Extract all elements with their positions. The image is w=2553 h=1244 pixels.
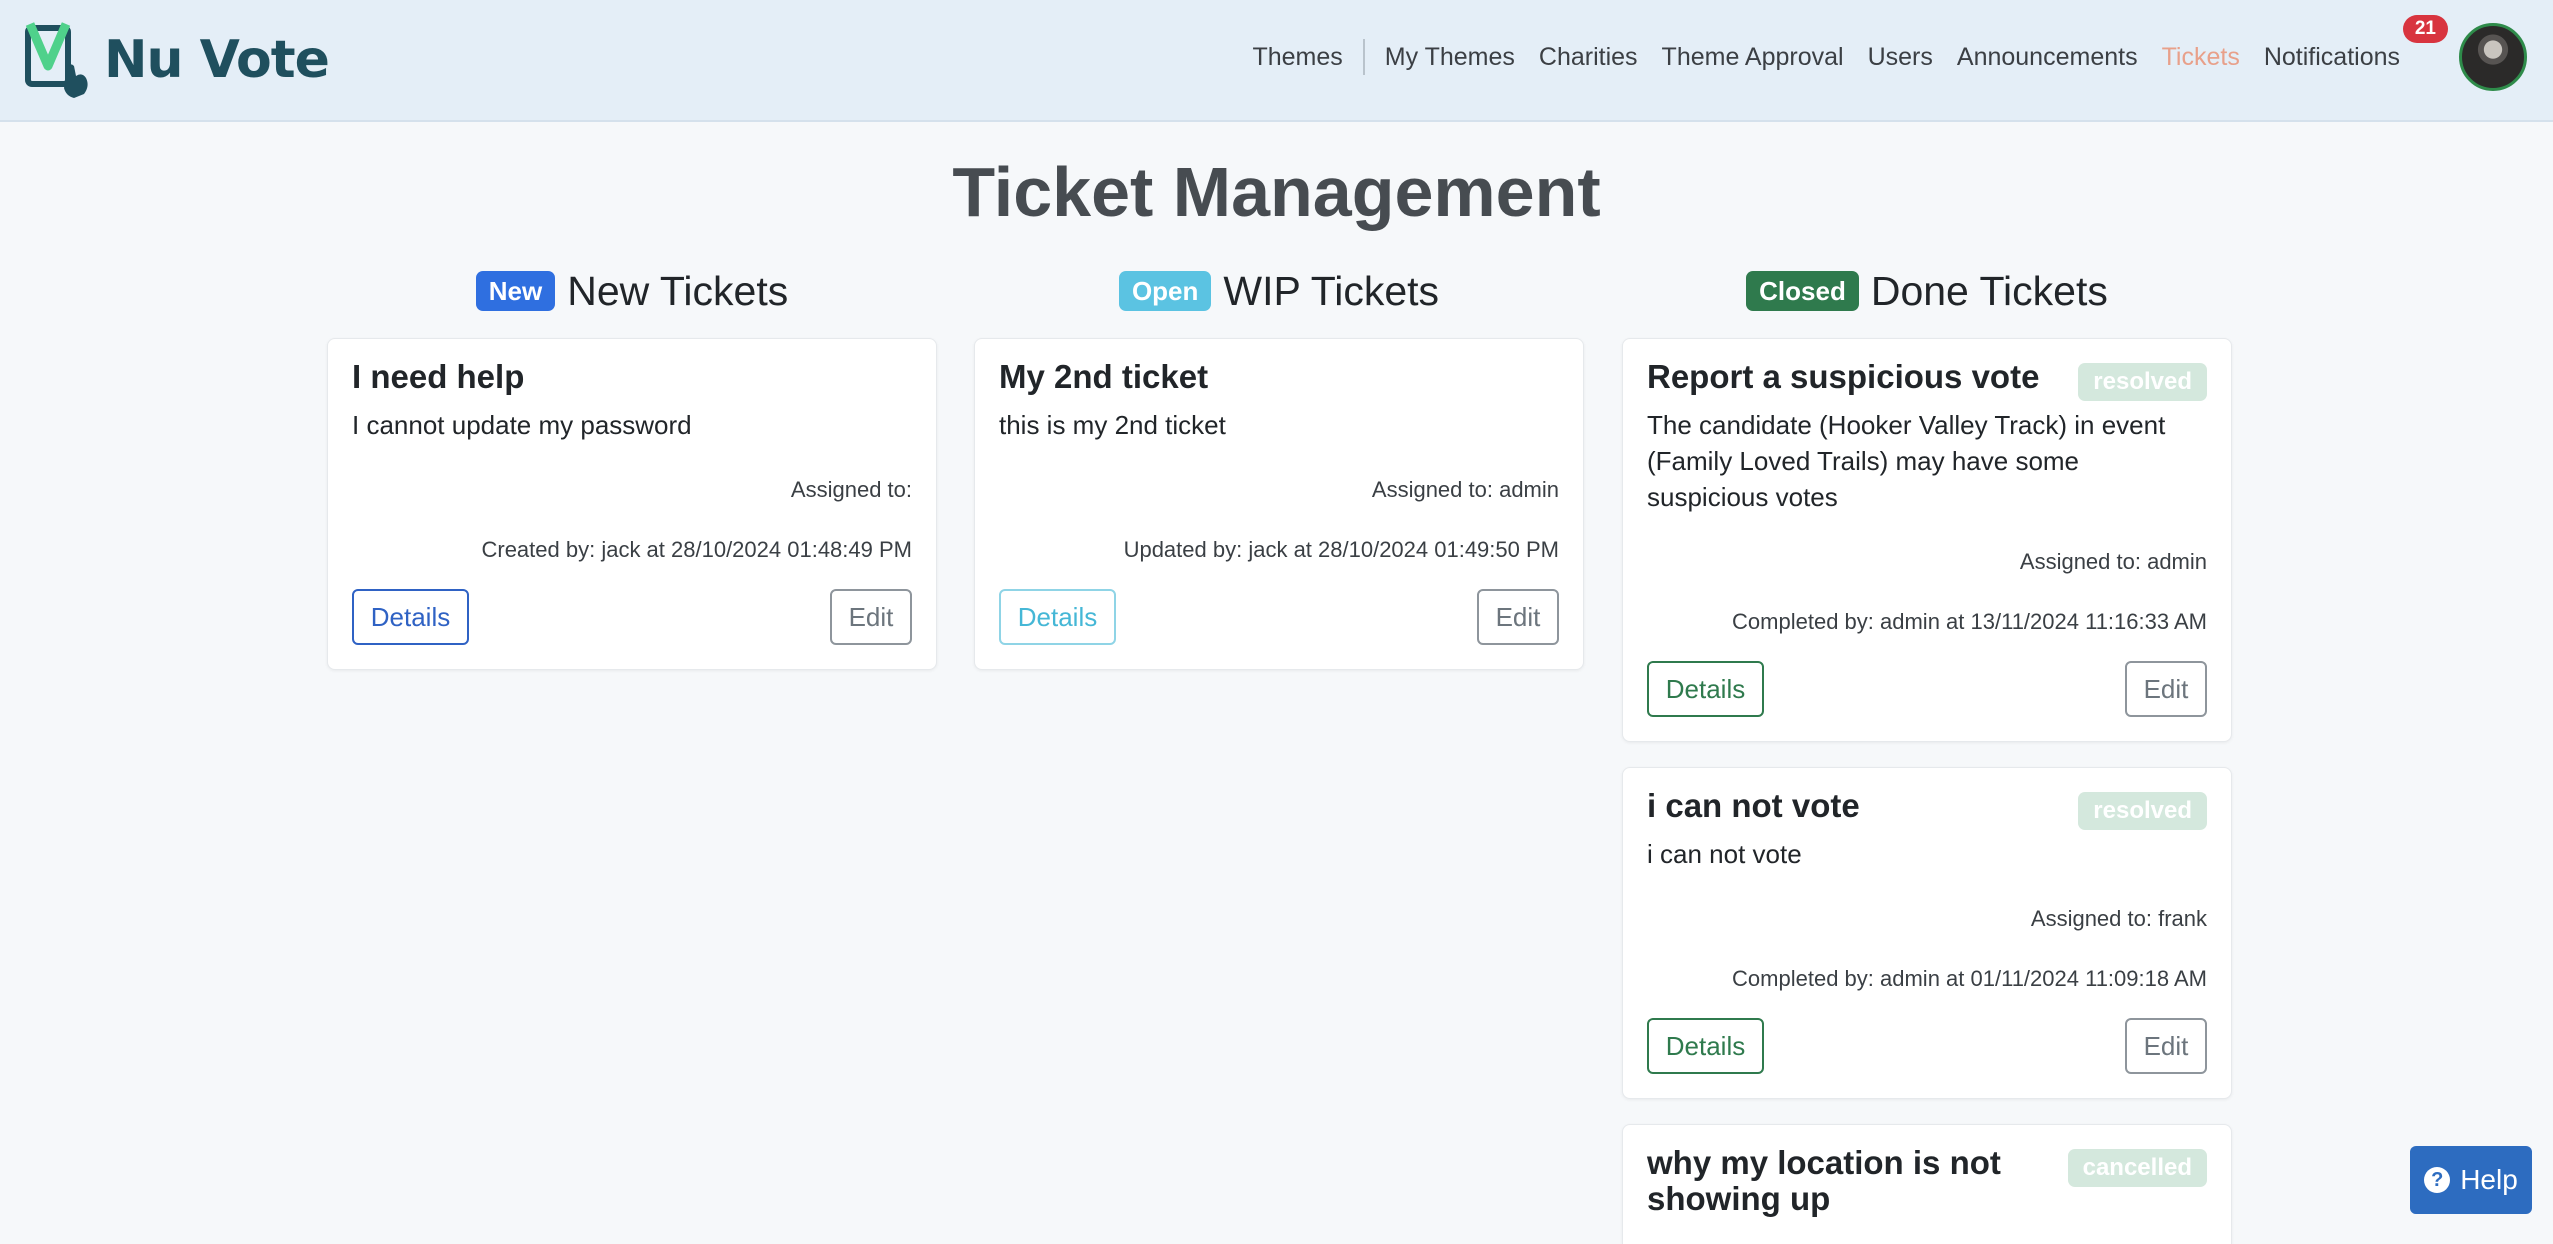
ticket-description: this is my 2nd ticket (999, 410, 1226, 440)
edit-button[interactable]: Edit (2125, 1018, 2207, 1074)
ticket-description: The candidate (Hooker Valley Track) in e… (1647, 410, 2166, 512)
main-nav: Themes My Themes Charities Theme Approva… (1240, 0, 2448, 114)
ticket-title: My 2nd ticket (999, 358, 1209, 395)
edit-button[interactable]: Edit (1477, 589, 1559, 645)
nav-themes[interactable]: Themes (1240, 43, 1354, 72)
ticket-activity: Completed by: admin at 13/11/2024 11:16:… (1732, 609, 2207, 634)
open-badge: Open (1118, 271, 1212, 311)
column-header: Closed Done Tickets (1622, 262, 2232, 320)
ticket-assignee: Assigned to: admin (1371, 477, 1559, 502)
ticket-activity: Created by: jack at 28/10/2024 01:48:49 … (481, 537, 912, 562)
ticket-card: I need help I cannot update my password … (327, 338, 937, 670)
edit-button[interactable]: Edit (2125, 661, 2207, 717)
edit-button[interactable]: Edit (830, 589, 912, 645)
nav-users[interactable]: Users (1856, 43, 1945, 72)
status-badge: resolved (2078, 792, 2207, 830)
nav-notifications-label: Notifications (2263, 42, 2400, 71)
details-button[interactable]: Details (1647, 1018, 1764, 1074)
ticket-title: why my location is not showing up (1647, 1144, 2001, 1217)
ticket-card: why my location is not showing up cancel… (1622, 1124, 2232, 1244)
column-header: Open WIP Tickets (974, 262, 1584, 320)
notification-count-badge: 21 (2402, 14, 2448, 43)
new-tickets-column: New New Tickets I need help I cannot upd… (327, 262, 937, 670)
help-label: Help (2460, 1164, 2518, 1195)
column-title: WIP Tickets (1223, 267, 1440, 314)
done-tickets-column: Closed Done Tickets Report a suspicious … (1622, 262, 2232, 1244)
ticket-activity: Completed by: admin at 01/11/2024 11:09:… (1732, 966, 2207, 991)
ticket-description: I cannot update my password (352, 410, 692, 440)
nav-tickets[interactable]: Tickets (2150, 43, 2252, 72)
details-button[interactable]: Details (1647, 661, 1764, 717)
details-button[interactable]: Details (352, 589, 469, 645)
ticket-title: I need help (352, 358, 525, 395)
ticket-description: i can not vote (1647, 839, 1802, 869)
new-badge: New (475, 271, 556, 311)
ticket-card: My 2nd ticket this is my 2nd ticket Assi… (974, 338, 1584, 670)
column-title: New Tickets (567, 267, 789, 314)
help-button[interactable]: ? Help (2410, 1146, 2532, 1214)
page-title: Ticket Management (952, 153, 1601, 231)
checkmark-hand-icon (25, 22, 88, 98)
column-header: New New Tickets (327, 262, 937, 320)
status-badge: cancelled (2067, 1149, 2207, 1187)
ticket-title: Report a suspicious vote (1647, 358, 2040, 395)
closed-badge: Closed (1746, 271, 1859, 311)
ticket-assignee: Assigned to: frank (2030, 906, 2207, 931)
ticket-assignee: Assigned to: (790, 477, 912, 502)
top-navbar: Nu Vote Themes My Themes Charities Theme… (0, 0, 2553, 122)
ticket-title: i can not vote (1647, 787, 1860, 824)
nav-divider (1362, 39, 1365, 75)
ticket-card: i can not vote resolved i can not vote A… (1622, 767, 2232, 1099)
nav-theme-approval[interactable]: Theme Approval (1650, 43, 1856, 72)
brand-name: Nu Vote (104, 30, 330, 90)
column-title: Done Tickets (1870, 267, 2108, 314)
user-avatar[interactable] (2459, 23, 2527, 91)
wip-tickets-column: Open WIP Tickets My 2nd ticket this is m… (974, 262, 1584, 670)
question-circle-icon: ? (2424, 1167, 2451, 1193)
ticket-assignee: Assigned to: admin (2019, 549, 2207, 574)
nav-charities[interactable]: Charities (1527, 43, 1650, 72)
nav-announcements[interactable]: Announcements (1945, 43, 2150, 72)
status-badge: resolved (2078, 363, 2207, 401)
ticket-activity: Updated by: jack at 28/10/2024 01:49:50 … (1123, 537, 1559, 562)
details-button[interactable]: Details (999, 589, 1116, 645)
ticket-card: Report a suspicious vote resolved The ca… (1622, 338, 2232, 742)
nav-my-themes[interactable]: My Themes (1373, 43, 1527, 72)
nav-notifications[interactable]: Notifications 21 (2252, 14, 2448, 72)
brand-logo[interactable]: Nu Vote (24, 18, 330, 102)
